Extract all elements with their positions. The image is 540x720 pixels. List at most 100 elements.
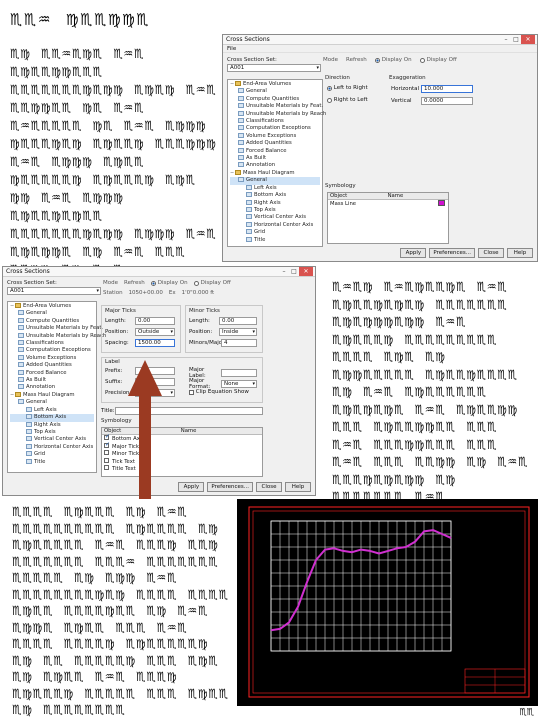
menu-file[interactable]: File <box>223 45 537 53</box>
display-on-button[interactable]: Display On <box>374 57 412 63</box>
close-button[interactable]: Close <box>256 482 282 492</box>
tree-item[interactable]: Top Axis <box>10 428 94 436</box>
tree-item[interactable]: General <box>230 177 320 185</box>
checkbox-icon[interactable] <box>104 457 109 463</box>
major-spacing-input[interactable]: 1500.00 <box>135 339 175 347</box>
maximize-icon[interactable]: □ <box>289 267 299 276</box>
tree-item[interactable]: As Built <box>10 377 94 384</box>
apply-button[interactable]: Apply <box>178 482 205 492</box>
clip-equation-option[interactable]: Clip Equation Show <box>189 389 249 395</box>
display-on-button[interactable]: Display On <box>150 280 188 286</box>
tree-item[interactable]: Volume Exceptions <box>230 132 320 140</box>
table-row[interactable]: Mass Line <box>328 199 448 208</box>
dir-left-right-option[interactable]: Left to Right <box>327 85 368 91</box>
major-label-input[interactable] <box>221 369 257 377</box>
close-button[interactable]: Close <box>478 248 504 258</box>
refresh-button[interactable]: Refresh <box>124 280 145 286</box>
tree-item[interactable]: Unsuitable Materials by Feat. <box>230 103 323 110</box>
mode-button[interactable]: Mode <box>323 57 338 63</box>
table-row[interactable]: Title Text <box>102 465 262 473</box>
major-length-input[interactable]: 0.00 <box>135 317 175 325</box>
tree-item[interactable]: Volume Exceptions <box>10 354 94 362</box>
table-row[interactable]: Bottom Axis <box>102 433 262 443</box>
tree-item[interactable]: Classifications <box>10 340 94 347</box>
color-swatch[interactable] <box>437 199 445 206</box>
col-name[interactable]: Name <box>179 428 262 434</box>
tree-item[interactable]: Computation Exceptions <box>10 347 94 354</box>
checkbox-icon[interactable] <box>104 441 110 448</box>
tree-item[interactable]: Computation Exceptions <box>230 125 320 132</box>
tree-item[interactable]: Vertical Center Axis <box>10 436 94 443</box>
tree-item[interactable]: Left Axis <box>230 184 320 192</box>
table-row[interactable]: Minor Ticks <box>102 450 262 458</box>
vertical-input[interactable]: 0.0000 <box>421 97 473 105</box>
mode-button[interactable]: Mode <box>103 280 118 286</box>
minor-length-input[interactable]: 0.00 <box>219 317 257 325</box>
major-position-select[interactable]: Outside ▾ <box>135 328 175 336</box>
tree-item[interactable]: Unsuitable Materials by Reach <box>10 332 106 340</box>
ex-value[interactable]: 1'0"0.000 ft <box>182 290 215 296</box>
apply-button[interactable]: Apply <box>400 248 427 258</box>
major-format-select[interactable]: None ▾ <box>221 380 257 388</box>
preferences-button[interactable]: Preferences... <box>429 248 475 258</box>
tree-item[interactable]: Title <box>10 458 94 466</box>
tree-item[interactable]: − End-Area Volumes <box>10 303 94 310</box>
tree-item[interactable]: Forced Balance <box>230 147 320 155</box>
minimize-icon[interactable]: – <box>501 35 511 44</box>
symbology-table[interactable]: Object Name Mass Line <box>327 192 449 244</box>
checkbox-icon[interactable] <box>104 433 110 441</box>
minors-per-major-input[interactable]: 4 <box>221 339 257 347</box>
tree-item[interactable]: Compute Quantities <box>10 317 94 325</box>
tree-item[interactable]: Forced Balance <box>10 369 94 377</box>
col-name[interactable]: Name <box>386 193 448 199</box>
tree-item[interactable]: Horizontal Center Axis <box>10 443 94 451</box>
tree-item[interactable]: Top Axis <box>230 206 320 214</box>
symbology-table[interactable]: Object Name Bottom AxisMajor TicksMinor … <box>101 427 263 477</box>
table-row[interactable]: Tick Text <box>102 457 262 466</box>
tree-item[interactable]: General <box>10 399 94 406</box>
col-object[interactable]: Object <box>328 193 386 199</box>
tree-item[interactable]: Annotation <box>10 384 94 391</box>
tree-item[interactable]: Unsuitable Materials by Feat. <box>10 325 103 332</box>
title-input[interactable] <box>115 407 263 415</box>
tree-item[interactable]: Bottom Axis <box>230 192 320 199</box>
station-value[interactable]: 1050+00.00 <box>129 290 163 296</box>
tree-item[interactable]: − Mass Haul Diagram <box>230 169 320 177</box>
tree-item[interactable]: Classifications <box>230 118 320 125</box>
table-row[interactable]: Major Ticks <box>102 441 262 451</box>
section-set-combo[interactable]: A001 ▾ <box>227 64 321 72</box>
tree-item[interactable]: As Built <box>230 155 320 162</box>
help-button[interactable]: Help <box>507 248 533 258</box>
minimize-icon[interactable]: – <box>279 267 289 276</box>
checkbox-icon[interactable] <box>104 450 109 456</box>
settings-tree[interactable]: − End-Area Volumes General Compute Quantiti… <box>227 79 326 247</box>
close-icon[interactable]: ✕ <box>521 35 535 44</box>
tree-item[interactable]: Vertical Center Axis <box>230 214 320 221</box>
tree-item[interactable]: Annotation <box>230 162 320 169</box>
tree-item[interactable]: Grid <box>10 451 94 458</box>
tree-item[interactable]: Grid <box>230 229 320 236</box>
tree-item[interactable]: Compute Quantities <box>230 95 320 103</box>
tree-item[interactable]: − Mass Haul Diagram <box>10 391 94 399</box>
minor-position-select[interactable]: Inside ▾ <box>219 328 257 336</box>
tree-item[interactable]: General <box>10 310 94 317</box>
tree-item[interactable]: Bottom Axis <box>10 414 94 422</box>
tree-item[interactable]: Unsuitable Materials by Reach <box>230 110 326 118</box>
tree-item[interactable]: Added Quantities <box>10 362 94 369</box>
tree-item[interactable]: Right Axis <box>10 421 94 429</box>
tree-item[interactable]: General <box>230 88 320 95</box>
tree-item[interactable]: Right Axis <box>230 199 320 207</box>
settings-tree[interactable]: − End-Area Volumes General Compute Quantiti… <box>7 301 106 473</box>
horizontal-input[interactable]: 10.000 <box>421 85 473 93</box>
preferences-button[interactable]: Preferences... <box>207 482 253 492</box>
tree-item[interactable]: Left Axis <box>10 406 94 414</box>
section-set-combo[interactable]: A001 ▾ <box>7 287 101 295</box>
refresh-button[interactable]: Refresh <box>346 57 367 63</box>
tree-item[interactable]: Horizontal Center Axis <box>230 221 320 229</box>
help-button[interactable]: Help <box>285 482 311 492</box>
maximize-icon[interactable]: □ <box>511 35 521 44</box>
tree-item[interactable]: − End-Area Volumes <box>230 81 320 88</box>
tree-item[interactable]: Added Quantities <box>230 140 320 147</box>
checkbox-icon[interactable] <box>104 465 109 471</box>
display-off-button[interactable]: Display Off <box>193 280 231 286</box>
